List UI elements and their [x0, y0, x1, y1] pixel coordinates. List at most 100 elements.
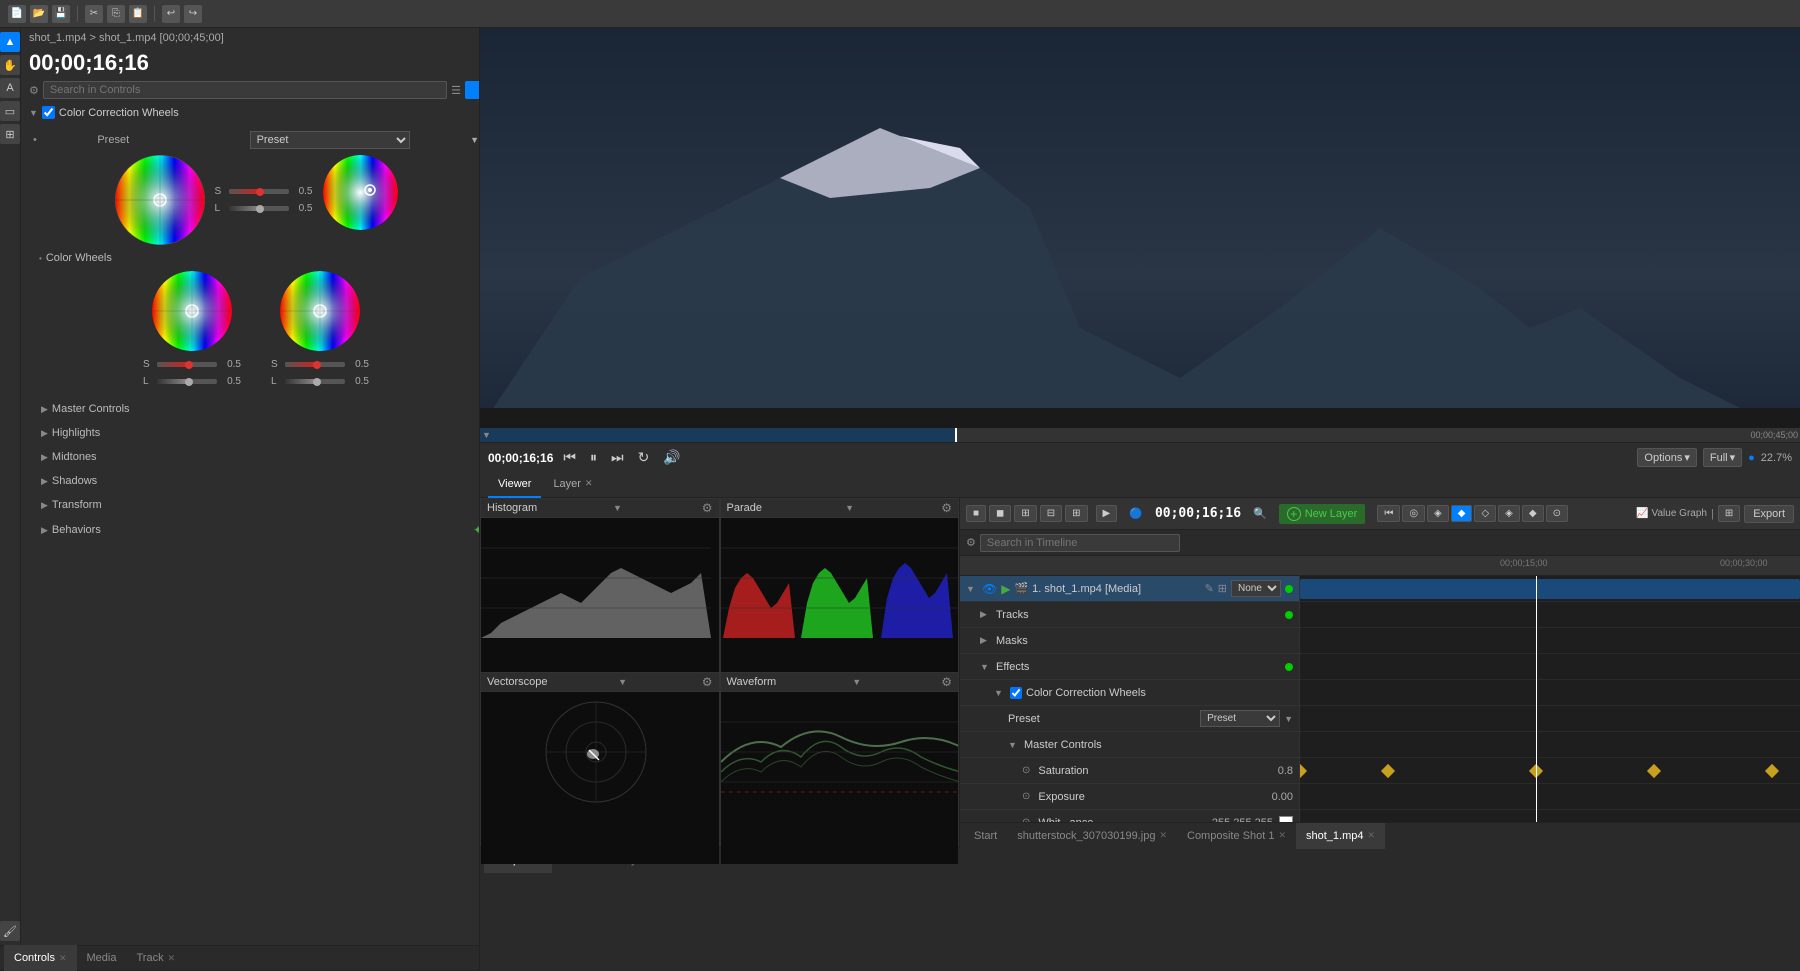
value-graph-button[interactable]: 📈 Value Graph	[1636, 508, 1707, 519]
waveform-dropdown[interactable]: ▼	[852, 677, 861, 687]
tl-nav-2[interactable]: ◎	[1402, 505, 1425, 522]
parade-settings[interactable]: ⚙	[941, 501, 952, 515]
midtones-s-track[interactable]	[157, 362, 217, 367]
midtones-wheel[interactable]	[152, 271, 232, 351]
histogram-dropdown[interactable]: ▼	[613, 503, 622, 513]
cut-icon[interactable]: ✂	[85, 5, 103, 23]
tl-tool-3[interactable]: ⊞	[1014, 505, 1036, 522]
kf-sat-1[interactable]	[1300, 764, 1307, 778]
hue-picker-wheel[interactable]	[323, 155, 398, 230]
highlights-header[interactable]: ▶ Highlights	[41, 424, 479, 442]
tl-nav-7[interactable]: ◆	[1522, 505, 1544, 522]
layer-cc-checkbox[interactable]	[1010, 687, 1022, 699]
effects-add-dot[interactable]	[1285, 663, 1293, 671]
tab-controls[interactable]: Controls ✕	[4, 945, 77, 971]
undo-icon[interactable]: ↩	[162, 5, 180, 23]
vectorscope-dropdown[interactable]: ▼	[618, 677, 627, 687]
tl-tool-4[interactable]: ⊟	[1040, 505, 1062, 522]
tl-tool-1[interactable]: ■	[966, 505, 986, 522]
exposure-anim-icon[interactable]: ⊙	[1022, 791, 1030, 802]
grid-tool[interactable]: ⊞	[0, 124, 20, 144]
options-dropdown[interactable]: Options ▾	[1637, 448, 1696, 467]
layer-exposure[interactable]: ⊙ Exposure 0.00	[960, 784, 1299, 810]
layer-media[interactable]: ▼ 👁 ▶ 🎬 1. shot_1.mp4 [Media] ✎ ⊞ None	[960, 576, 1299, 602]
layer-cc-expand[interactable]: ▼	[994, 688, 1006, 698]
saturation-anim-icon[interactable]: ⊙	[1022, 765, 1030, 776]
layer-tracks[interactable]: ▶ Tracks	[960, 602, 1299, 628]
vectorscope-settings[interactable]: ⚙	[702, 675, 713, 689]
tl-nav-1[interactable]: ⏮	[1377, 505, 1400, 522]
layer-blend-select[interactable]: None	[1231, 580, 1281, 597]
file-tab-composite[interactable]: Composite Shot 1 ✕	[1177, 823, 1296, 849]
tl-icon-1[interactable]: ⊞	[1718, 505, 1740, 522]
tab-media[interactable]: Media	[77, 945, 127, 971]
midtones-header[interactable]: ▶ Midtones	[41, 448, 479, 466]
tl-tool-5[interactable]: ⊞	[1065, 505, 1087, 522]
layer-saturation[interactable]: ⊙ Saturation 0.8	[960, 758, 1299, 784]
composite-tab-close[interactable]: ✕	[1278, 830, 1286, 841]
layer-media-expand[interactable]: ▼	[966, 584, 978, 594]
full-dropdown[interactable]: Full ▾	[1703, 448, 1742, 467]
kf-sat-4[interactable]	[1647, 764, 1661, 778]
export-button[interactable]: Export	[1744, 505, 1794, 523]
viewer-tab-viewer[interactable]: Viewer	[488, 472, 541, 498]
midtones-l-track[interactable]	[157, 379, 217, 384]
highlights-s-track[interactable]	[229, 189, 289, 194]
layer-cc-wheels[interactable]: ▼ Color Correction Wheels	[960, 680, 1299, 706]
viewer-scrubber[interactable]: ▼ 00;00;45;00	[480, 428, 1800, 442]
shutterstock-tab-close[interactable]: ✕	[1159, 830, 1167, 841]
layer-preset[interactable]: Preset Preset ▼	[960, 706, 1299, 732]
timeline-search-input[interactable]	[980, 534, 1180, 552]
tl-nav-3[interactable]: ◈	[1427, 505, 1449, 522]
shadows-l-track[interactable]	[285, 379, 345, 384]
scrubber-playhead[interactable]	[955, 428, 957, 442]
layer-whitebalance[interactable]: ⊙ Whit...ance 255 255 255	[960, 810, 1299, 822]
pointer-tool[interactable]: ▲	[0, 32, 20, 52]
shape-tool[interactable]: ▭	[0, 101, 20, 121]
transform-header[interactable]: ▶ Transform	[41, 496, 479, 514]
track-tab-close[interactable]: ✕	[168, 953, 176, 964]
hand-tool[interactable]: ✋	[0, 55, 20, 75]
layer-media-lock[interactable]: ▶	[1001, 582, 1010, 596]
tab-track[interactable]: Track ✕	[126, 945, 185, 971]
search-controls-input[interactable]	[43, 81, 447, 99]
layer-add-dot[interactable]	[1285, 585, 1293, 593]
layer-media-eye[interactable]: 👁	[982, 582, 997, 596]
btn-next-frame[interactable]: ⏭	[607, 447, 628, 468]
tracks-add-dot[interactable]	[1285, 611, 1293, 619]
media-clip[interactable]	[1300, 579, 1800, 599]
cc-wheels-section-header[interactable]: ▼ Color Correction Wheels	[21, 102, 479, 123]
shot1-tab-close[interactable]: ✕	[1367, 830, 1375, 841]
btn-audio[interactable]: 🔊	[659, 447, 684, 468]
layer-tab-close[interactable]: ✕	[585, 478, 593, 489]
tl-nav-8[interactable]: ⊙	[1546, 505, 1568, 522]
viewer-tab-layer[interactable]: Layer ✕	[543, 472, 602, 498]
timeline-playhead[interactable]	[1536, 576, 1537, 822]
paste-icon[interactable]: 📋	[129, 5, 147, 23]
layer-masks[interactable]: ▶ Masks	[960, 628, 1299, 654]
copy-icon[interactable]: ⎘	[107, 5, 125, 23]
tl-nav-6[interactable]: ◈	[1498, 505, 1520, 522]
highlights-wheel[interactable]	[115, 155, 205, 245]
behaviors-add-icon[interactable]: ✦	[473, 523, 479, 537]
shadows-header[interactable]: ▶ Shadows	[41, 472, 479, 490]
parade-dropdown[interactable]: ▼	[845, 503, 854, 513]
file-tab-start[interactable]: Start	[964, 823, 1007, 849]
new-layer-button[interactable]: + New Layer	[1279, 504, 1366, 524]
cc-wheels-checkbox[interactable]	[42, 106, 55, 119]
btn-skip-start[interactable]: ⏮	[559, 447, 580, 468]
shadows-wheel[interactable]	[280, 271, 360, 351]
behaviors-header[interactable]: ▶ Behaviors ✦	[41, 520, 479, 540]
text-tool[interactable]: A	[0, 78, 20, 98]
file-tab-shutterstock[interactable]: shutterstock_307030199.jpg ✕	[1007, 823, 1177, 849]
layer-master-controls[interactable]: ▼ Master Controls	[960, 732, 1299, 758]
shadows-s-track[interactable]	[285, 362, 345, 367]
layer-effects[interactable]: ▼ Effects	[960, 654, 1299, 680]
btn-play[interactable]: ⏸	[586, 447, 601, 468]
layer-mc-expand[interactable]: ▼	[1008, 740, 1020, 750]
kf-sat-5[interactable]	[1765, 764, 1779, 778]
kf-sat-2[interactable]	[1381, 764, 1395, 778]
layer-tracks-expand[interactable]: ▶	[980, 609, 992, 620]
tl-right-tool-1[interactable]: ▶	[1096, 505, 1118, 522]
waveform-settings[interactable]: ⚙	[941, 675, 952, 689]
